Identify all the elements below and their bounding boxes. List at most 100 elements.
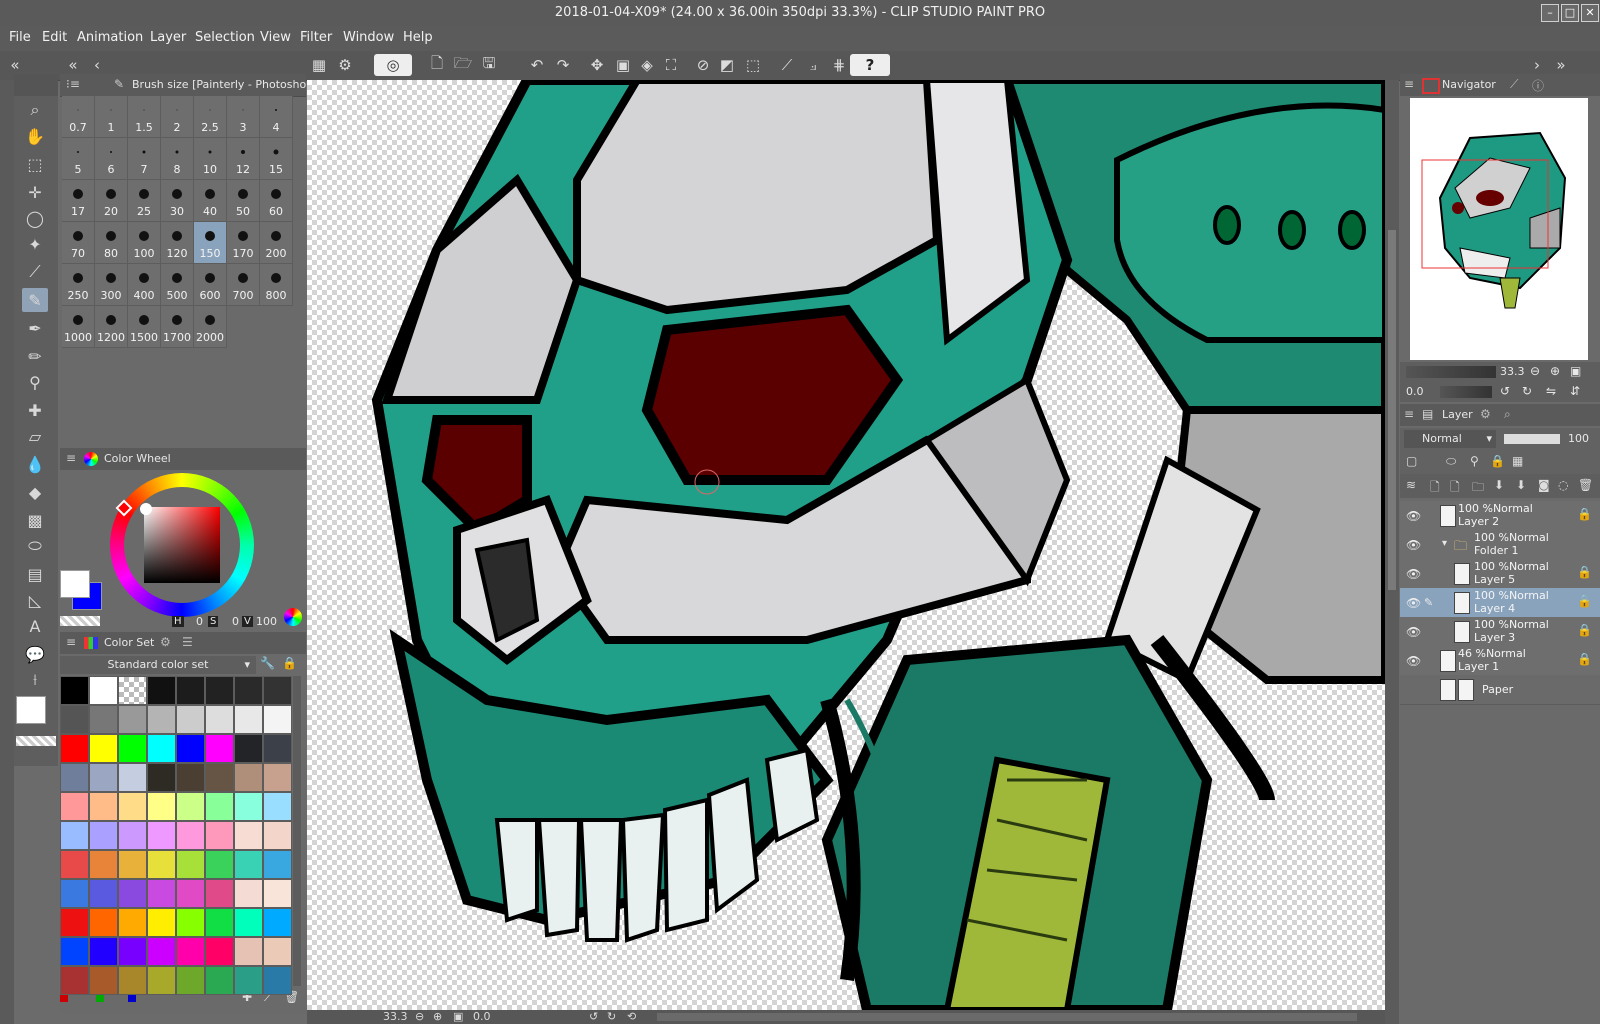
color-swatch[interactable] bbox=[205, 763, 234, 792]
color-swatch[interactable] bbox=[147, 676, 176, 705]
color-swatch[interactable] bbox=[176, 937, 205, 966]
color-swatch[interactable] bbox=[263, 792, 292, 821]
value-value[interactable]: 100 bbox=[256, 615, 277, 628]
color-swatch[interactable] bbox=[263, 763, 292, 792]
color-swatch[interactable] bbox=[60, 705, 89, 734]
zoom-out-icon[interactable]: ⊖ bbox=[415, 1010, 424, 1023]
layer-row[interactable]: 👁 46 %Normal Layer 1 🔒 bbox=[1400, 646, 1600, 676]
color-mode-icon[interactable] bbox=[284, 608, 302, 626]
color-swatch[interactable] bbox=[176, 792, 205, 821]
brush-size-option[interactable]: 15 bbox=[260, 138, 293, 180]
color-swatch[interactable] bbox=[176, 908, 205, 937]
panel-menu-icon[interactable]: ≡ bbox=[66, 635, 76, 649]
brush-tool-icon[interactable]: ✎ bbox=[22, 288, 48, 312]
color-swatch[interactable] bbox=[176, 966, 205, 995]
brush-size-option[interactable]: 40 bbox=[194, 180, 227, 222]
brush-size-option[interactable]: 150 bbox=[194, 222, 227, 264]
color-swatch[interactable] bbox=[205, 908, 234, 937]
flip-vertical-icon[interactable]: ⇵ bbox=[1570, 384, 1580, 398]
sv-picker-cursor[interactable] bbox=[140, 503, 152, 515]
grid-menu-icon[interactable]: ▦ bbox=[308, 54, 330, 76]
zoom-slider[interactable] bbox=[1406, 366, 1496, 378]
visibility-eye-icon[interactable]: 👁 bbox=[1406, 509, 1421, 523]
double-left-arrow-icon[interactable]: « bbox=[62, 54, 84, 76]
color-swatch[interactable] bbox=[205, 966, 234, 995]
app-settings-icon[interactable]: ⚙ bbox=[334, 54, 356, 76]
color-swatch[interactable] bbox=[147, 763, 176, 792]
selection-border-icon[interactable]: ⬚ bbox=[742, 54, 764, 76]
snap-ruler-icon[interactable]: ⟋ bbox=[776, 54, 798, 76]
folder-expand-icon[interactable]: ▾ bbox=[1442, 538, 1447, 549]
color-swatch[interactable] bbox=[147, 966, 176, 995]
brush-size-option[interactable]: 3 bbox=[227, 96, 260, 138]
brush-size-option[interactable]: 12 bbox=[227, 138, 260, 180]
left-arrow-icon[interactable]: ‹ bbox=[86, 54, 108, 76]
brush-size-option[interactable]: 200 bbox=[260, 222, 293, 264]
color-swatch[interactable] bbox=[89, 908, 118, 937]
visibility-eye-icon[interactable]: 👁 bbox=[1406, 625, 1421, 639]
balloon-tool-icon[interactable]: 💬 bbox=[22, 642, 48, 666]
operation-tool-icon[interactable]: ⬚ bbox=[22, 152, 48, 176]
layer-lock-icon[interactable]: 🔒 bbox=[1577, 623, 1592, 637]
invert-selection-icon[interactable]: ◩ bbox=[716, 54, 738, 76]
brush-size-option[interactable]: 500 bbox=[161, 264, 194, 306]
color-swatch[interactable] bbox=[234, 821, 263, 850]
color-swatch[interactable] bbox=[118, 734, 147, 763]
color-swatch[interactable] bbox=[234, 879, 263, 908]
color-swatch[interactable] bbox=[234, 850, 263, 879]
layer-row[interactable]: 👁 ✎ 100 %Normal Layer 4 🔒 bbox=[1400, 588, 1600, 618]
color-swatch[interactable] bbox=[60, 763, 89, 792]
layer-panel-title[interactable]: Layer bbox=[1442, 408, 1473, 421]
delete-layer-icon[interactable]: 🗑 bbox=[1578, 478, 1593, 492]
brush-size-option[interactable]: 80 bbox=[95, 222, 128, 264]
maximize-button[interactable]: □ bbox=[1561, 4, 1579, 22]
brush-size-option[interactable]: 120 bbox=[161, 222, 194, 264]
rotate-right-icon[interactable]: ↻ bbox=[1522, 384, 1532, 398]
move-layer-tool-icon[interactable]: ✛ bbox=[22, 180, 48, 204]
color-swatch[interactable] bbox=[176, 676, 205, 705]
flip-horizontal-icon[interactable]: ⇋ bbox=[1546, 384, 1556, 398]
brush-size-option[interactable]: 600 bbox=[194, 264, 227, 306]
color-swatch[interactable] bbox=[147, 821, 176, 850]
color-swatch[interactable] bbox=[205, 676, 234, 705]
vertical-scrollbar[interactable] bbox=[1385, 80, 1399, 1024]
transparent-color-swatch[interactable] bbox=[16, 736, 56, 746]
color-history-tab-icon[interactable]: ☰ bbox=[182, 635, 193, 649]
zoom-value[interactable]: 33.3 bbox=[383, 1010, 408, 1023]
transform-icon[interactable]: ✥ bbox=[586, 54, 608, 76]
decoration-tool-icon[interactable]: ✚ bbox=[22, 398, 48, 422]
panel-menu-icon[interactable]: ≡ bbox=[66, 451, 76, 465]
brush-size-option[interactable]: 60 bbox=[260, 180, 293, 222]
color-swatch[interactable] bbox=[147, 850, 176, 879]
menu-selection[interactable]: Selection bbox=[195, 30, 255, 45]
brush-size-option[interactable]: 170 bbox=[227, 222, 260, 264]
palette-color-icon[interactable]: ▢ bbox=[1406, 454, 1417, 468]
layer-stack-icon[interactable]: ≋ bbox=[1406, 478, 1416, 492]
clip-studio-icon[interactable]: ◎ bbox=[374, 54, 412, 76]
color-swatch[interactable] bbox=[89, 966, 118, 995]
transfer-down-icon[interactable]: ⬇ bbox=[1494, 478, 1504, 492]
color-swatch[interactable] bbox=[118, 821, 147, 850]
new-vector-layer-icon[interactable]: 🗋 bbox=[1450, 478, 1460, 499]
color-swatch[interactable] bbox=[89, 792, 118, 821]
menu-view[interactable]: View bbox=[260, 30, 291, 45]
color-swatch[interactable] bbox=[234, 908, 263, 937]
navigator-zoom-value[interactable]: 33.3 bbox=[1500, 365, 1525, 378]
layer-lock-icon[interactable]: 🔒 bbox=[1577, 594, 1592, 608]
minimize-button[interactable]: – bbox=[1541, 4, 1559, 22]
color-swatch[interactable] bbox=[147, 792, 176, 821]
color-swatch[interactable] bbox=[176, 734, 205, 763]
color-swatch[interactable] bbox=[118, 908, 147, 937]
airbrush-tool-icon[interactable]: ⚲ bbox=[22, 370, 48, 394]
brush-size-option[interactable]: 2 bbox=[161, 96, 194, 138]
clip-layer-icon[interactable]: ⬭ bbox=[1446, 454, 1456, 469]
ruler-tool-icon[interactable]: ◺ bbox=[22, 588, 48, 612]
color-swatch[interactable] bbox=[89, 821, 118, 850]
deselect-icon[interactable]: ⊘ bbox=[692, 54, 714, 76]
color-swatch[interactable] bbox=[60, 850, 89, 879]
saturation-value-square[interactable] bbox=[144, 507, 220, 583]
layer-row[interactable]: 👁 100 %Normal Layer 5 🔒 bbox=[1400, 559, 1600, 589]
brush-size-option[interactable]: 7 bbox=[128, 138, 161, 180]
figure-tool-icon[interactable]: ⬭ bbox=[22, 534, 48, 558]
layer-lock-icon[interactable]: 🔒 bbox=[1577, 652, 1592, 666]
